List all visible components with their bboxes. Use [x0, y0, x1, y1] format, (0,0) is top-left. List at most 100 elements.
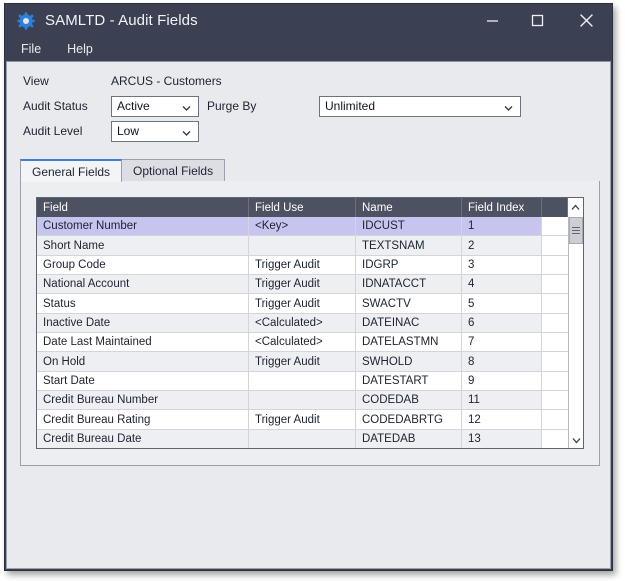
cell-field: Group Code [37, 256, 249, 274]
cell-field-index: 2 [462, 236, 542, 254]
minimize-icon[interactable] [470, 4, 515, 37]
menu-item-help[interactable]: Help [67, 42, 93, 56]
table-row[interactable]: Credit Bureau Number CODEDAB11 [37, 391, 568, 410]
cell-name: IDNATACCT [356, 275, 462, 293]
cell-field: On Hold [37, 352, 249, 370]
cell-field-index: 9 [462, 372, 542, 390]
column-header-field-index[interactable]: Field Index [462, 198, 542, 217]
cell-field: Credit Bureau Date [37, 430, 249, 448]
cell-field: Credit Bureau Rating [37, 410, 249, 428]
table-row[interactable]: Customer Number<Key>IDCUST1 [37, 217, 568, 236]
cell-blank [542, 372, 568, 390]
column-header-name[interactable]: Name [356, 198, 462, 217]
grid-header-row: Field Field Use Name Field Index [37, 198, 583, 217]
scrollbar-track[interactable] [569, 217, 583, 433]
menu-bar: File Help [5, 37, 612, 61]
maximize-icon[interactable] [515, 4, 560, 37]
tab-optional-fields[interactable]: Optional Fields [121, 159, 225, 181]
cell-blank [542, 314, 568, 332]
table-row[interactable]: National AccountTrigger AuditIDNATACCT4 [37, 275, 568, 294]
tab-optional-fields-label: Optional Fields [133, 164, 213, 178]
close-icon[interactable] [560, 4, 612, 37]
gear-icon [17, 12, 35, 30]
cell-name: IDCUST [356, 217, 462, 235]
column-header-field[interactable]: Field [37, 198, 249, 217]
cell-blank [542, 430, 568, 448]
cell-field-use: Trigger Audit [249, 294, 356, 312]
cell-blank [542, 236, 568, 254]
grid-vertical-scrollbar[interactable] [568, 217, 583, 448]
cell-field-use: Trigger Audit [249, 352, 356, 370]
cell-field-index: 8 [462, 352, 542, 370]
scrollbar-grip-icon [572, 225, 580, 236]
purge-by-value: Unlimited [325, 99, 375, 113]
cell-field-use [249, 372, 356, 390]
cell-field-use: Trigger Audit [249, 275, 356, 293]
cell-field: Status [37, 294, 249, 312]
audit-fields-window: SAMLTD - Audit Fields File Help Vi [4, 3, 613, 571]
table-row[interactable]: Credit Bureau DateDATEDAB13 [37, 430, 568, 448]
purge-by-row: Purge By Unlimited [207, 95, 521, 117]
form-area: View ARCUS - Customers Audit Status Acti… [7, 62, 610, 152]
table-row[interactable]: Date Last Maintained<Calculated>DATELAST… [37, 333, 568, 352]
audit-fields-grid: Field Field Use Name Field Index Custome… [36, 197, 584, 449]
cell-field-use: Trigger Audit [249, 410, 356, 428]
client-area: View ARCUS - Customers Audit Status Acti… [6, 61, 611, 569]
cell-blank [542, 352, 568, 370]
cell-blank [542, 294, 568, 312]
scrollbar-up-button[interactable] [568, 198, 583, 217]
purge-by-select[interactable]: Unlimited [319, 96, 521, 117]
cell-field: Inactive Date [37, 314, 249, 332]
cell-name: TEXTSNAM [356, 236, 462, 254]
audit-status-value: Active [117, 99, 150, 113]
chevron-down-icon [504, 102, 513, 111]
cell-field-use: <Key> [249, 217, 356, 235]
audit-level-select[interactable]: Low [111, 121, 199, 142]
cell-name: DATESTART [356, 372, 462, 390]
cell-field-use: <Calculated> [249, 333, 356, 351]
cell-field-index: 7 [462, 333, 542, 351]
scrollbar-thumb[interactable] [569, 217, 583, 244]
view-label: View [23, 74, 111, 88]
table-row[interactable]: Credit Bureau RatingTrigger AuditCODEDAB… [37, 410, 568, 429]
table-row[interactable]: StatusTrigger AuditSWACTV5 [37, 294, 568, 313]
scrollbar-down-button[interactable] [569, 433, 583, 448]
general-fields-panel: Field Field Use Name Field Index Custome… [20, 181, 600, 466]
cell-field: National Account [37, 275, 249, 293]
table-row[interactable]: Inactive Date<Calculated>DATEINAC6 [37, 314, 568, 333]
cell-field-use [249, 236, 356, 254]
table-row[interactable]: On HoldTrigger AuditSWHOLD8 [37, 352, 568, 371]
audit-status-label: Audit Status [23, 99, 111, 113]
cell-field-index: 3 [462, 256, 542, 274]
cell-field: Customer Number [37, 217, 249, 235]
tab-general-fields[interactable]: General Fields [20, 159, 122, 182]
cell-blank [542, 333, 568, 351]
table-row[interactable]: Start DateDATESTART9 [37, 372, 568, 391]
audit-status-row: Audit Status Active [23, 95, 199, 117]
column-header-blank[interactable] [542, 198, 568, 217]
cell-name: CODEDAB [356, 391, 462, 409]
view-value: ARCUS - Customers [111, 74, 222, 88]
menu-item-file[interactable]: File [21, 42, 41, 56]
cell-field-index: 13 [462, 430, 542, 448]
cell-field-index: 4 [462, 275, 542, 293]
tab-general-fields-label: General Fields [32, 165, 110, 179]
chevron-down-icon [182, 102, 191, 111]
cell-field-index: 11 [462, 391, 542, 409]
column-header-field-use[interactable]: Field Use [249, 198, 356, 217]
cell-blank [542, 256, 568, 274]
cell-field: Short Name [37, 236, 249, 254]
cell-field-use: <Calculated> [249, 314, 356, 332]
cell-name: SWHOLD [356, 352, 462, 370]
cell-field: Credit Bureau Number [37, 391, 249, 409]
cell-field-index: 6 [462, 314, 542, 332]
audit-status-select[interactable]: Active [111, 96, 199, 117]
table-row[interactable]: Short Name TEXTSNAM2 [37, 236, 568, 255]
grid-rows: Customer Number<Key>IDCUST1Short Name TEX… [37, 217, 568, 448]
table-row[interactable]: Group CodeTrigger AuditIDGRP3 [37, 256, 568, 275]
cell-field: Date Last Maintained [37, 333, 249, 351]
cell-field-index: 12 [462, 410, 542, 428]
audit-level-row: Audit Level Low [23, 120, 199, 142]
audit-level-value: Low [117, 124, 139, 138]
cell-name: CODEDABRTG [356, 410, 462, 428]
